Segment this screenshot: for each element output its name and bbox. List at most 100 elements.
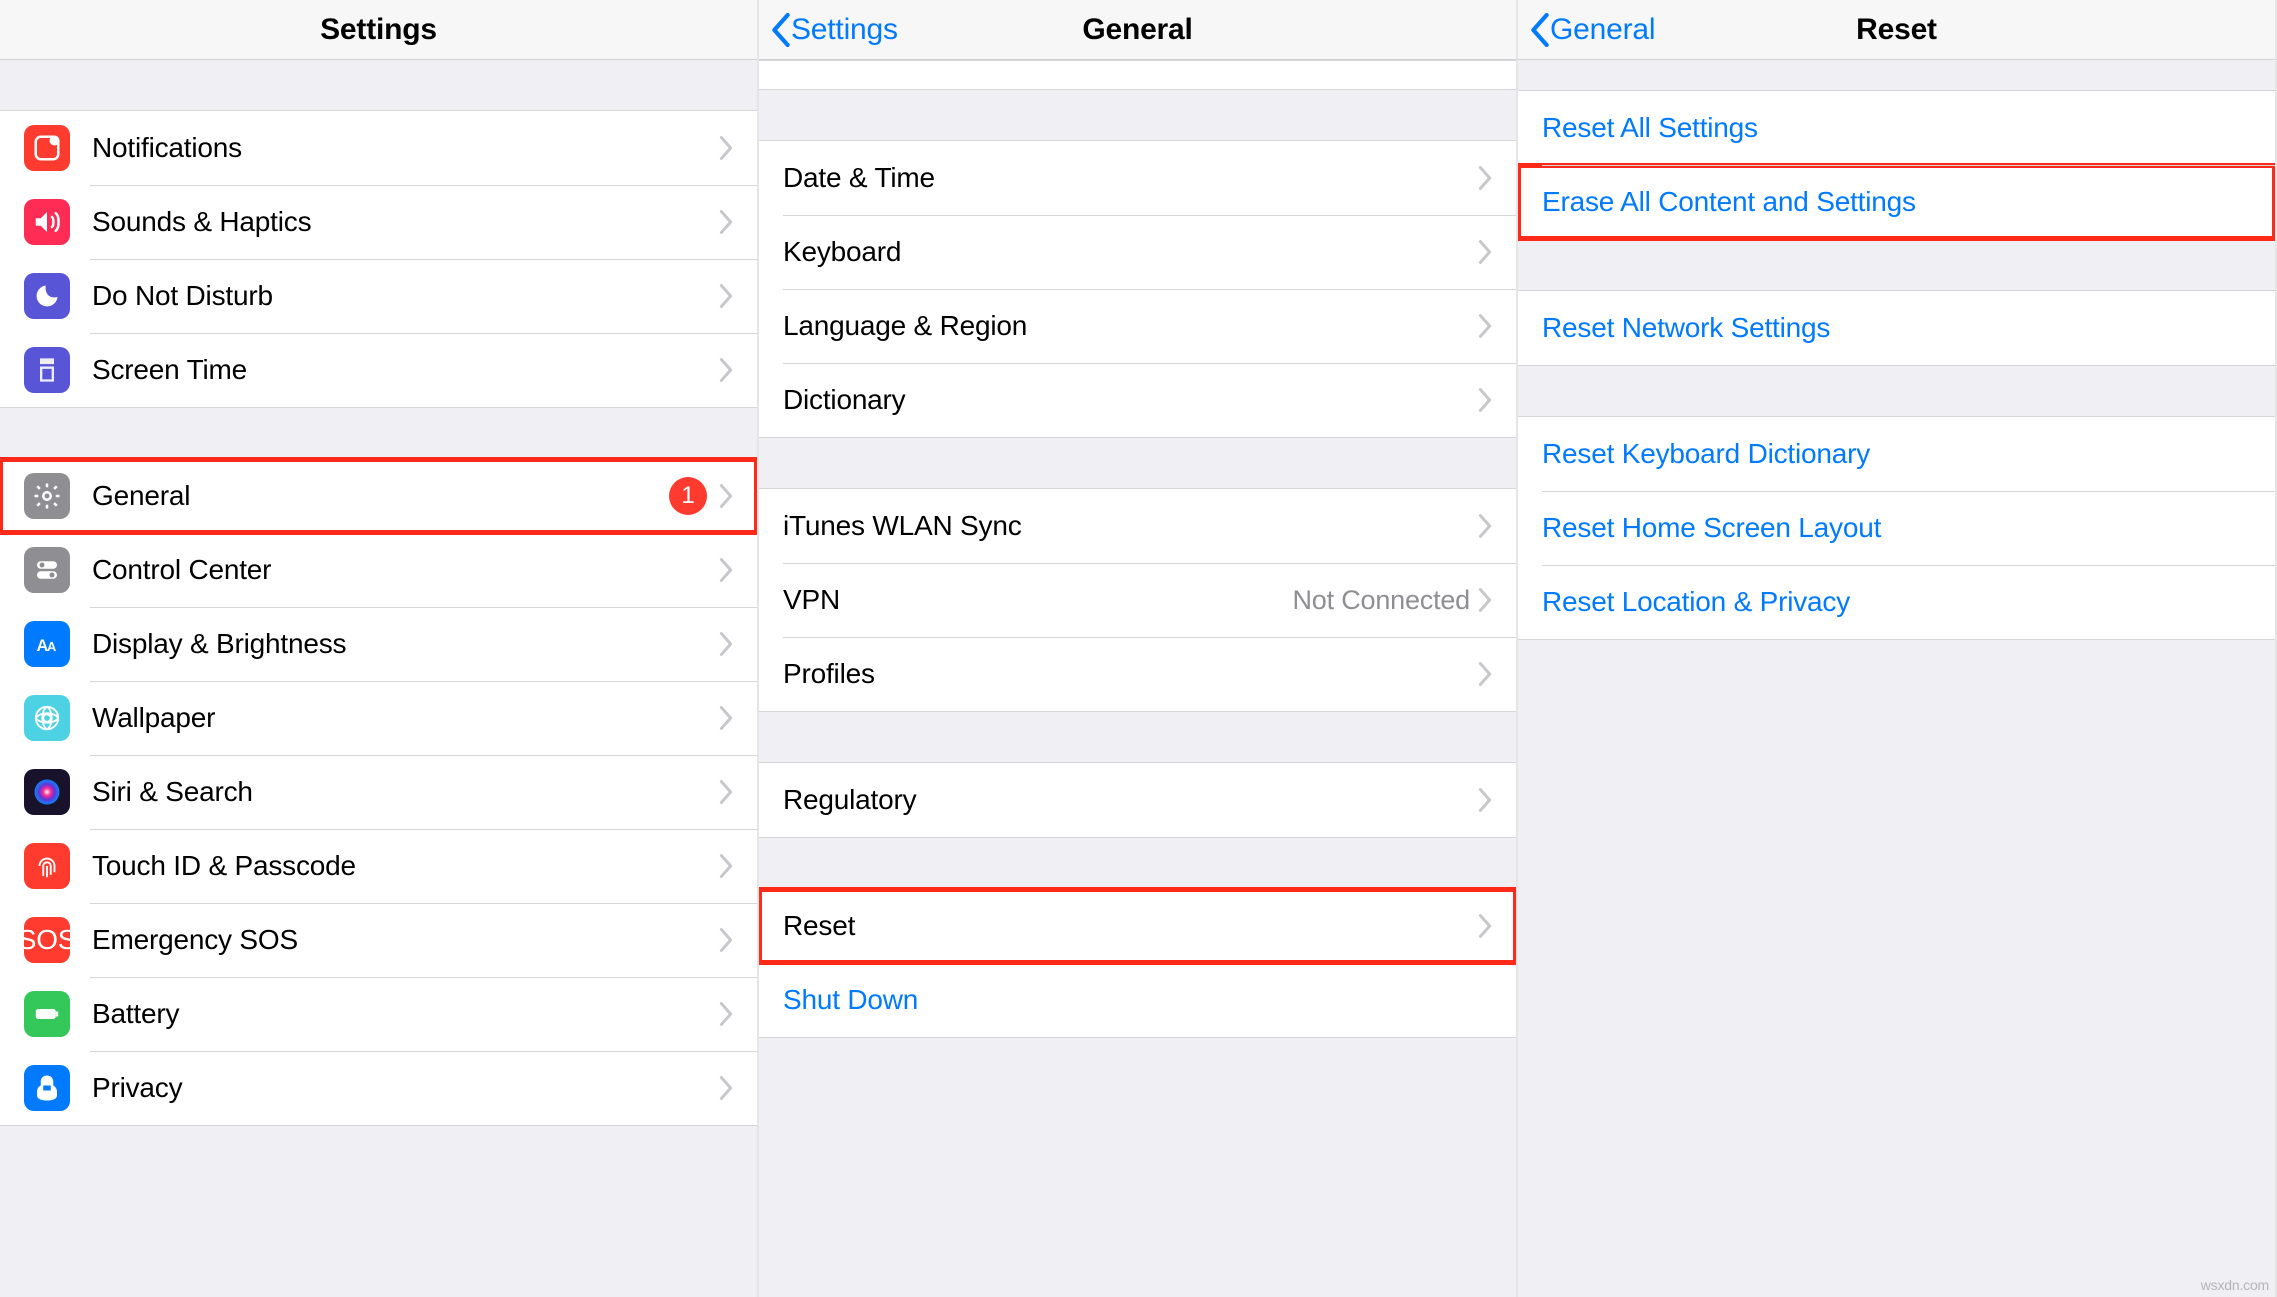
navbar-general: Settings General	[759, 0, 1516, 60]
navbar-title: Settings	[0, 13, 757, 47]
settings-panel: Settings Notifications Sounds & Haptics Do…	[0, 0, 759, 1297]
chevron-right-icon	[719, 284, 733, 308]
cell-label: General	[92, 480, 669, 512]
back-label: Settings	[791, 13, 898, 47]
chevron-right-icon	[719, 632, 733, 656]
cell-label: Emergency SOS	[92, 924, 719, 956]
chevron-right-icon	[1478, 914, 1492, 938]
chevron-right-icon	[719, 210, 733, 234]
cell-label: Dictionary	[783, 384, 1478, 416]
navbar-settings: Settings	[0, 0, 757, 60]
chevron-right-icon	[1478, 514, 1492, 538]
svg-text:A: A	[47, 639, 56, 654]
cell-detail: Not Connected	[1292, 585, 1470, 616]
screentime-icon	[24, 347, 70, 393]
cell-regulatory[interactable]: Regulatory	[759, 763, 1516, 837]
back-to-general[interactable]: General	[1518, 13, 1655, 47]
chevron-right-icon	[719, 358, 733, 382]
cell-language-region[interactable]: Language & Region	[759, 289, 1516, 363]
cell-reset-keyboard-dictionary[interactable]: Reset Keyboard Dictionary	[1518, 417, 2275, 491]
cell-notifications[interactable]: Notifications	[0, 111, 757, 185]
cell-label: Profiles	[783, 658, 1478, 690]
chevron-right-icon	[719, 558, 733, 582]
cell-profiles[interactable]: Profiles	[759, 637, 1516, 711]
dnd-icon	[24, 273, 70, 319]
cell-reset-home-screen-layout[interactable]: Reset Home Screen Layout	[1518, 491, 2275, 565]
cell-label: Reset All Settings	[1542, 112, 2251, 144]
chevron-left-icon	[771, 13, 791, 47]
cell-label: Reset Location & Privacy	[1542, 586, 2251, 618]
chevron-right-icon	[719, 1076, 733, 1100]
display-icon: AA	[24, 621, 70, 667]
cell-vpn[interactable]: VPNNot Connected	[759, 563, 1516, 637]
notifications-icon	[24, 125, 70, 171]
cell-display-brightness[interactable]: AADisplay & Brightness	[0, 607, 757, 681]
cell-label: Wallpaper	[92, 702, 719, 734]
sos-icon: SOS	[24, 917, 70, 963]
cell-label: Battery	[92, 998, 719, 1030]
chevron-right-icon	[719, 854, 733, 878]
cell-label: Reset	[783, 910, 1478, 942]
chevron-right-icon	[719, 706, 733, 730]
chevron-right-icon	[1478, 314, 1492, 338]
chevron-right-icon	[719, 780, 733, 804]
cell-label: Regulatory	[783, 784, 1478, 816]
siri-icon	[24, 769, 70, 815]
cell-label: VPN	[783, 584, 1292, 616]
chevron-right-icon	[1478, 240, 1492, 264]
settings-list: Notifications Sounds & Haptics Do Not Dist…	[0, 60, 757, 1297]
cell-label: Shut Down	[783, 984, 1492, 1016]
cell-reset-network-settings[interactable]: Reset Network Settings	[1518, 291, 2275, 365]
cell-control-center[interactable]: Control Center	[0, 533, 757, 607]
cell-label: iTunes WLAN Sync	[783, 510, 1478, 542]
cell-label: Reset Home Screen Layout	[1542, 512, 2251, 544]
cell-screen-time[interactable]: Screen Time	[0, 333, 757, 407]
chevron-left-icon	[1530, 13, 1550, 47]
cell-general[interactable]: General1	[0, 459, 757, 533]
cell-erase-all-content-and-settings[interactable]: Erase All Content and Settings	[1518, 165, 2275, 239]
battery-icon	[24, 991, 70, 1037]
chevron-right-icon	[1478, 166, 1492, 190]
cell-label: Do Not Disturb	[92, 280, 719, 312]
cell-shut-down[interactable]: Shut Down	[759, 963, 1516, 1037]
reset-panel: General Reset Reset All Settings Erase Al…	[1518, 0, 2277, 1297]
back-to-settings[interactable]: Settings	[759, 13, 898, 47]
cell-label: Keyboard	[783, 236, 1478, 268]
cell-emergency-sos[interactable]: SOS Emergency SOS	[0, 903, 757, 977]
control-icon	[24, 547, 70, 593]
cell-label: Siri & Search	[92, 776, 719, 808]
chevron-right-icon	[1478, 588, 1492, 612]
chevron-right-icon	[1478, 662, 1492, 686]
cell-battery[interactable]: Battery	[0, 977, 757, 1051]
cell-label: Sounds & Haptics	[92, 206, 719, 238]
cell-privacy[interactable]: Privacy	[0, 1051, 757, 1125]
cell-touch-id-passcode[interactable]: Touch ID & Passcode	[0, 829, 757, 903]
general-icon	[24, 473, 70, 519]
reset-list: Reset All Settings Erase All Content and …	[1518, 60, 2275, 1297]
chevron-right-icon	[719, 136, 733, 160]
touchid-icon	[24, 843, 70, 889]
cell-label: Erase All Content and Settings	[1542, 186, 2251, 218]
navbar-reset: General Reset	[1518, 0, 2275, 60]
cell-label: Notifications	[92, 132, 719, 164]
cell-siri-search[interactable]: Siri & Search	[0, 755, 757, 829]
cell-label: Control Center	[92, 554, 719, 586]
cell-itunes-wlan-sync[interactable]: iTunes WLAN Sync	[759, 489, 1516, 563]
cell-do-not-disturb[interactable]: Do Not Disturb	[0, 259, 757, 333]
sounds-icon	[24, 199, 70, 245]
cell-reset-all-settings[interactable]: Reset All Settings	[1518, 91, 2275, 165]
cell-wallpaper[interactable]: Wallpaper	[0, 681, 757, 755]
cell-reset[interactable]: Reset	[759, 889, 1516, 963]
privacy-icon	[24, 1065, 70, 1111]
cell-sounds-haptics[interactable]: Sounds & Haptics	[0, 185, 757, 259]
cell-keyboard[interactable]: Keyboard	[759, 215, 1516, 289]
cell-dictionary[interactable]: Dictionary	[759, 363, 1516, 437]
chevron-right-icon	[1478, 788, 1492, 812]
chevron-right-icon	[1478, 388, 1492, 412]
cell-label: Privacy	[92, 1072, 719, 1104]
general-panel: Settings General Date & Time Keyboard Lang…	[759, 0, 1518, 1297]
cell-reset-location-privacy[interactable]: Reset Location & Privacy	[1518, 565, 2275, 639]
badge: 1	[669, 477, 707, 515]
cell-label: Language & Region	[783, 310, 1478, 342]
cell-date-time[interactable]: Date & Time	[759, 141, 1516, 215]
